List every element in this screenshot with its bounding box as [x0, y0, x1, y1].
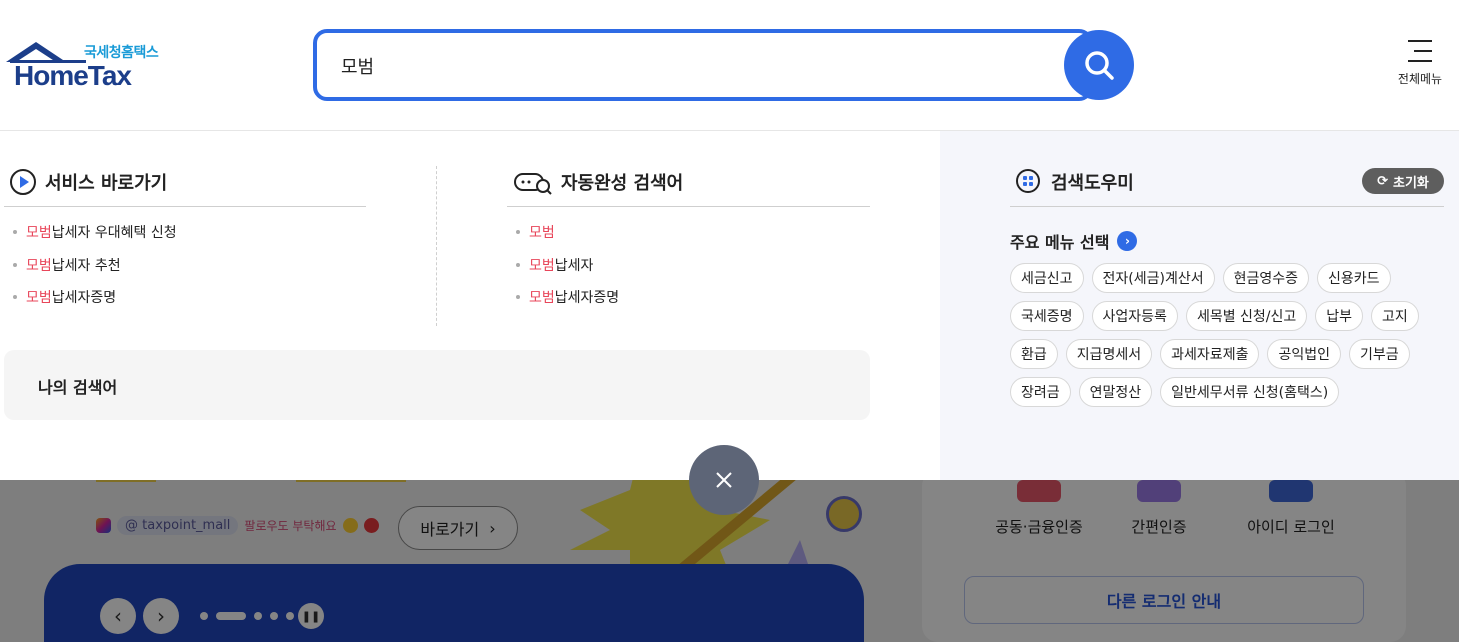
- service-item[interactable]: 모범 납세자 추천: [4, 249, 177, 282]
- reset-label: 초기화: [1393, 175, 1429, 191]
- menu-tag[interactable]: 지급명세서: [1065, 339, 1153, 369]
- major-menu-label: 주요 메뉴 선택: [1010, 233, 1110, 252]
- all-menu-button[interactable]: 전체메뉴: [1390, 40, 1450, 87]
- autocomplete-item[interactable]: 모범: [507, 216, 619, 249]
- service-shortcut-title: 서비스 바로가기: [9, 168, 167, 196]
- autocomplete-title: 자동완성 검색어: [513, 168, 683, 196]
- menu-tag[interactable]: 납부: [1315, 301, 1364, 331]
- service-shortcut-label: 서비스 바로가기: [45, 173, 168, 194]
- reset-button[interactable]: ⟳ 초기화: [1362, 168, 1444, 194]
- menu-tag[interactable]: 국세증명: [1010, 301, 1084, 331]
- search-suggest-panel: 서비스 바로가기 모범 납세자 우대혜택 신청 모범 납세자 추천 모범 납세자증명 …: [0, 131, 1459, 480]
- service-item[interactable]: 모범 납세자 우대혜택 신청: [4, 216, 177, 249]
- hometax-logo[interactable]: 국세청홈택스 HomeTax: [4, 40, 168, 94]
- autocomplete-label: 자동완성 검색어: [561, 173, 684, 194]
- search-box: [313, 29, 1093, 101]
- menu-tag[interactable]: 사업자등록: [1091, 301, 1178, 331]
- divider: [4, 206, 366, 207]
- grid-search-icon: [1016, 169, 1040, 193]
- search-input[interactable]: [341, 51, 1041, 81]
- menu-tag[interactable]: 현금영수증: [1222, 263, 1310, 293]
- service-item[interactable]: 모범 납세자증명: [4, 281, 177, 314]
- autocomplete-item[interactable]: 모범 납세자: [507, 249, 619, 282]
- chat-search-icon: [514, 173, 552, 195]
- menu-tag[interactable]: 고지: [1371, 301, 1419, 331]
- menu-tag[interactable]: 연말정산: [1078, 377, 1153, 407]
- my-search-title: 나의 검색어: [38, 378, 118, 397]
- divider: [507, 206, 870, 207]
- menu-tag[interactable]: 기부금: [1348, 339, 1410, 369]
- service-shortcut-list: 모범 납세자 우대혜택 신청 모범 납세자 추천 모범 납세자증명: [4, 216, 177, 314]
- menu-tag[interactable]: 환급: [1010, 339, 1058, 369]
- menu-tag[interactable]: 전자(세금)계산서: [1091, 263, 1215, 293]
- menu-tag-list: 세금신고 전자(세금)계산서 현금영수증 신용카드 국세증명 사업자등록 세목별…: [1010, 263, 1430, 415]
- logo-subtitle: 국세청홈택스: [84, 45, 159, 61]
- menu-tag[interactable]: 세금신고: [1010, 263, 1084, 293]
- autocomplete-list: 모범 모범 납세자 모범 납세자증명: [507, 216, 619, 314]
- menu-tag[interactable]: 장려금: [1010, 377, 1071, 407]
- hamburger-icon: [1408, 40, 1432, 62]
- major-menu-select[interactable]: 주요 메뉴 선택 ›: [1010, 229, 1138, 253]
- chevron-right-icon: ›: [1117, 231, 1138, 251]
- search-icon: [1085, 51, 1114, 80]
- menu-tag[interactable]: 일반세무서류 신청(홈택스): [1160, 377, 1340, 407]
- search-button[interactable]: [1064, 30, 1134, 100]
- my-search-box: 나의 검색어: [4, 350, 870, 420]
- all-menu-label: 전체메뉴: [1397, 72, 1443, 86]
- menu-tag[interactable]: 과세자료제출: [1160, 339, 1260, 369]
- header: 국세청홈택스 HomeTax 전체메뉴: [0, 0, 1459, 131]
- play-circle-icon: [10, 169, 36, 195]
- search-helper-label: 검색도우미: [1051, 173, 1134, 194]
- close-icon: [716, 472, 732, 488]
- close-panel-button[interactable]: [689, 445, 759, 515]
- menu-tag[interactable]: 공익법인: [1267, 339, 1341, 369]
- search-helper-title: 검색도우미: [1015, 168, 1134, 196]
- column-divider: [436, 166, 437, 326]
- menu-tag[interactable]: 신용카드: [1317, 263, 1391, 293]
- divider: [1010, 206, 1444, 207]
- refresh-icon: ⟳: [1377, 173, 1388, 189]
- logo-text: HomeTax: [14, 60, 132, 91]
- menu-tag[interactable]: 세목별 신청/신고: [1185, 301, 1308, 331]
- autocomplete-item[interactable]: 모범 납세자증명: [507, 281, 619, 314]
